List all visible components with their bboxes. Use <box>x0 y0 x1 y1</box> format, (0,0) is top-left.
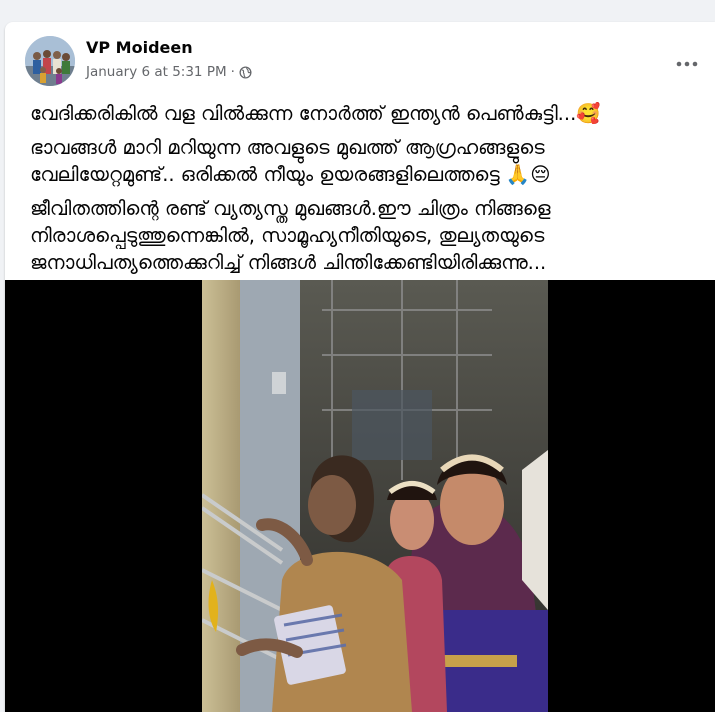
post-timestamp[interactable]: January 6 at 5:31 PM <box>86 64 227 80</box>
globe-icon[interactable] <box>239 65 252 79</box>
post-text-line: വേദിക്കരികിൽ വള വിൽക്കുന്ന നോർത്ത് ഇന്ത്… <box>30 102 601 125</box>
post-text-line: ജീവിതത്തിന്റെ രണ്ട് വ്യത്യസ്ത മുഖങ്ങൾ.ഈ … <box>30 197 551 220</box>
meta-separator: · <box>230 64 235 80</box>
video-frame <box>202 280 548 712</box>
author-name[interactable]: VP Moideen <box>86 38 193 57</box>
post-text-line: വേലിയേറ്റമുണ്ട്.. ഒരിക്കൽ നീയും ഉയരങ്ങളി… <box>30 163 551 186</box>
post-header: VP Moideen January 6 at 5:31 PM · <box>25 36 705 88</box>
post-meta: January 6 at 5:31 PM · <box>86 64 252 80</box>
more-options-icon[interactable] <box>674 54 700 74</box>
avatar[interactable] <box>25 36 75 86</box>
post-card: VP Moideen January 6 at 5:31 PM · വേദിക്… <box>5 22 715 712</box>
post-video[interactable] <box>5 280 715 712</box>
post-text-line: ഭാവങ്ങൾ മാറി മറിയുന്ന അവളുടെ മുഖത്ത് ആഗ്… <box>30 136 545 159</box>
post-text-line: നിരാശപ്പെടുത്തുന്നെങ്കിൽ, സാമൂഹ്യനീതിയുട… <box>30 224 545 247</box>
post-text-line: ജനാധിപത്യത്തെക്കുറിച്ച് നിങ്ങൾ ചിന്തിക്ക… <box>30 251 547 274</box>
post-text: വേദിക്കരികിൽ വള വിൽക്കുന്ന നോർത്ത് ഇന്ത്… <box>30 100 710 283</box>
